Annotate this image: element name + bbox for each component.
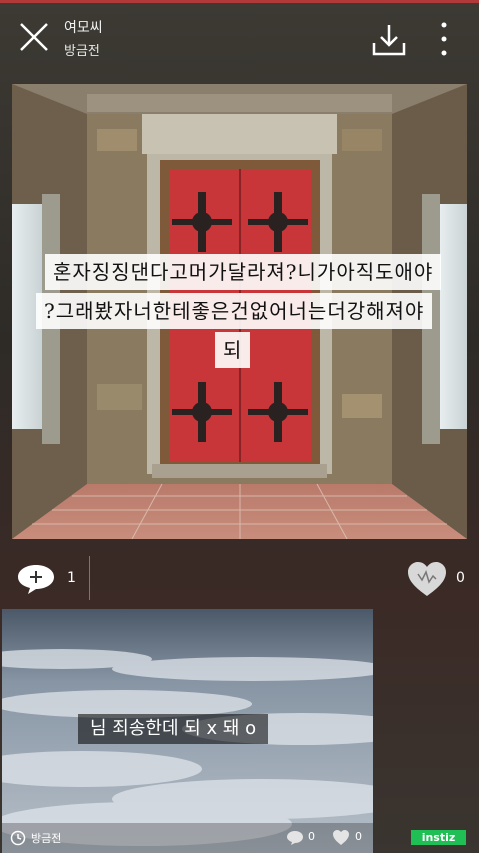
post-time: 방금전 bbox=[64, 44, 100, 59]
close-icon bbox=[20, 23, 48, 51]
next-post-like-count: 0 bbox=[355, 830, 362, 843]
like-button[interactable] bbox=[406, 560, 448, 598]
download-icon bbox=[372, 25, 406, 56]
next-post-caption: 님 죄송한데 되 x 돼 o bbox=[78, 714, 269, 744]
next-post-card[interactable]: 님 죄송한데 되 x 돼 o 방금전 0 0 bbox=[2, 609, 373, 853]
next-post-footer: 방금전 0 0 bbox=[2, 823, 373, 853]
caption-line-3: 되 bbox=[215, 332, 251, 368]
brand-logo: instiz bbox=[411, 830, 466, 845]
more-vertical-icon bbox=[441, 22, 447, 56]
caption-line-2: ?그래봤자너한테좋은건없어너는더강해져야 bbox=[36, 293, 433, 329]
clock-icon bbox=[10, 830, 26, 846]
heart-icon bbox=[408, 562, 446, 596]
heart-icon bbox=[333, 830, 349, 845]
header-bar: 여모씨 방금전 bbox=[0, 3, 479, 73]
post-image[interactable]: 혼자징징댄다고머가달라져?니가아직도애야 ?그래봤자너한테좋은건없어너는더강해져… bbox=[12, 84, 467, 539]
next-post-comment-count: 0 bbox=[308, 830, 315, 843]
comment-add-icon bbox=[18, 565, 54, 594]
close-button[interactable] bbox=[18, 21, 50, 53]
action-divider bbox=[89, 556, 90, 600]
comment-count: 1 bbox=[67, 570, 76, 586]
download-button[interactable] bbox=[370, 21, 408, 59]
like-count: 0 bbox=[456, 570, 465, 586]
caption-line-1: 혼자징징댄다고머가달라져?니가아직도애야 bbox=[45, 254, 442, 290]
author-name: 여모씨 bbox=[64, 20, 103, 36]
more-options-button[interactable] bbox=[434, 19, 454, 59]
comment-icon bbox=[287, 831, 303, 845]
action-bar: 1 0 bbox=[0, 548, 479, 608]
next-post-time: 방금전 bbox=[31, 832, 62, 845]
comment-button[interactable] bbox=[16, 563, 56, 595]
